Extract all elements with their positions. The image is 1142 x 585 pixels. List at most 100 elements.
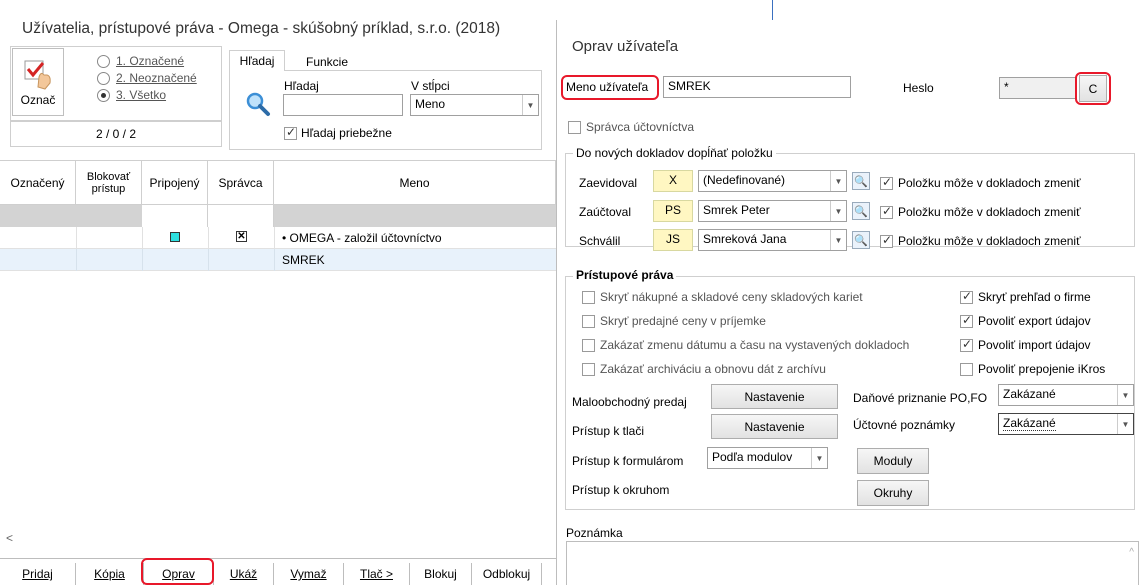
username-label-highlight [561,75,659,100]
tab-search-label: Hľadaj [239,54,275,68]
password-label: Heslo [903,81,934,95]
account-notes-label: Účtovné poznámky [853,418,956,432]
chevron-down-icon: ▼ [830,230,846,250]
filter-cell-admin[interactable] [208,205,274,227]
scroll-left-icon[interactable]: < [6,531,13,545]
account-notes-select[interactable]: Zakázané ▼ [998,413,1134,435]
tab-search[interactable]: Hľadaj [229,50,285,71]
tab-functions[interactable]: Funkcie [306,55,348,69]
doc-row-select[interactable]: Smrek Peter ▼ [698,200,847,222]
access-left-checkbox[interactable] [582,363,595,376]
table-row[interactable]: ✕ • OMEGA - založil účtovníctvo [0,227,556,249]
doc-row-code[interactable]: X [653,170,693,192]
col-header-connected[interactable]: Pripojený [142,161,208,204]
remark-label: Poznámka [566,526,623,540]
tax-select[interactable]: Zakázané ▼ [998,384,1134,406]
doc-row-select[interactable]: Smreková Jana ▼ [698,229,847,251]
column-label: V stĺpci [411,79,450,93]
lookup-icon[interactable]: 🔍 [852,231,870,249]
print-access-label: Prístup k tlači [572,424,645,438]
areas-button[interactable]: Okruhy [857,480,929,506]
print-settings-label: Nastavenie [744,419,805,434]
doc-row-select-value: (Nedefinované) [703,173,786,187]
delete-button[interactable]: Vymaž [274,563,344,585]
account-notes-value: Zakázané [1003,416,1056,431]
filter-cell-connected[interactable] [142,205,208,227]
forms-select-value: Podľa modulov [712,450,793,464]
live-search-checkbox[interactable] [284,125,297,140]
unblock-button[interactable]: Odblokuj [472,563,542,585]
edit-button-highlight [141,558,214,585]
scroll-up-icon[interactable]: ^ [1129,547,1134,558]
access-right-label: Povoliť import údajov [978,338,1091,352]
doc-row-select-value: Smreková Jana [703,232,787,246]
print-settings-button[interactable]: Nastavenie [711,414,838,439]
users-table: Označený Blokovať prístup Pripojený Sprá… [0,160,556,552]
access-right-checkbox[interactable] [960,363,973,376]
accountant-admin-label: Správca účtovníctva [586,120,695,134]
lookup-icon[interactable]: 🔍 [852,172,870,190]
remark-textarea[interactable]: ^ [566,541,1139,585]
access-left-checkbox[interactable] [582,291,595,304]
add-button[interactable]: Pridaj [0,563,76,585]
access-left-checkbox[interactable] [582,339,595,352]
filter-radio-all[interactable] [97,89,110,102]
col-header-marked[interactable]: Označený [0,161,76,204]
access-right-label: Povoliť prepojenie iKros [978,362,1106,376]
forms-select[interactable]: Podľa modulov ▼ [707,447,828,469]
window-title: Užívatelia, prístupové práva - Omega - s… [22,20,501,37]
access-group-title: Prístupové práva [573,268,677,282]
doc-row-label: Zaúčtoval [579,205,632,219]
doc-row-can-change-checkbox[interactable] [880,175,893,190]
col-header-admin[interactable]: Správca [208,161,274,204]
doc-row-can-change-label: Položku môže v dokladoch zmeniť [898,234,1081,248]
doc-row-label: Zaevidoval [579,176,638,190]
accountant-admin-checkbox[interactable] [568,121,581,134]
mark-button-label: Označ [20,93,56,107]
access-left-label: Zakázať zmenu dátumu a času na vystavený… [600,338,910,352]
mark-button[interactable]: Označ [12,48,64,116]
password-button-highlight [1075,72,1111,105]
filter-row [0,205,556,227]
col-header-name[interactable]: Meno [274,161,556,204]
column-select-value: Meno [415,97,446,111]
access-right-checkbox[interactable] [960,337,973,352]
doc-row-code[interactable]: JS [653,229,693,251]
lookup-icon[interactable]: 🔍 [852,202,870,220]
view-button[interactable]: Ukáž [214,563,274,585]
doc-row-can-change-label: Položku môže v dokladoch zmeniť [898,205,1081,219]
modules-button[interactable]: Moduly [857,448,929,474]
filter-label-marked: 1. Označené [116,54,185,68]
access-left-checkbox[interactable] [582,315,595,328]
column-select[interactable]: Meno ▼ [410,94,539,116]
admin-checkbox[interactable]: ✕ [236,231,247,242]
print-button[interactable]: Tlač > [344,563,410,585]
password-input[interactable]: * [999,77,1077,99]
search-label: Hľadaj [284,79,319,93]
retail-settings-button[interactable]: Nastavenie [711,384,838,409]
doc-row-can-change-checkbox[interactable] [880,204,893,219]
row-name: SMREK [282,253,325,267]
doc-row-code[interactable]: PS [653,200,693,222]
new-docs-group-title: Do nových dokladov dopĺňať položku [573,146,776,160]
magnifier-icon[interactable] [244,90,272,118]
filter-radio-unmarked[interactable] [97,72,110,85]
doc-row-select[interactable]: (Nedefinované) ▼ [698,170,847,192]
table-row[interactable]: SMREK [0,249,556,271]
username-input[interactable]: SMREK [663,76,851,98]
areas-access-label: Prístup k okruhom [572,483,670,497]
search-input[interactable] [283,94,403,116]
access-right-checkbox[interactable] [960,289,973,304]
bottom-toolbar: Pridaj Kópia Oprav Ukáž Vymaž Tlač > Blo… [0,558,556,585]
counter: 2 / 0 / 2 [10,121,222,147]
access-right-checkbox[interactable] [960,313,973,328]
forms-access-label: Prístup k formulárom [572,454,684,468]
filter-radio-marked[interactable] [97,55,110,68]
chevron-down-icon: ▼ [830,171,846,191]
block-button[interactable]: Blokuj [410,563,472,585]
copy-button[interactable]: Kópia [76,563,144,585]
doc-row-can-change-checkbox[interactable] [880,233,893,248]
chevron-down-icon: ▼ [1117,385,1133,405]
col-header-block[interactable]: Blokovať prístup [76,161,142,204]
new-docs-group [565,153,1135,247]
